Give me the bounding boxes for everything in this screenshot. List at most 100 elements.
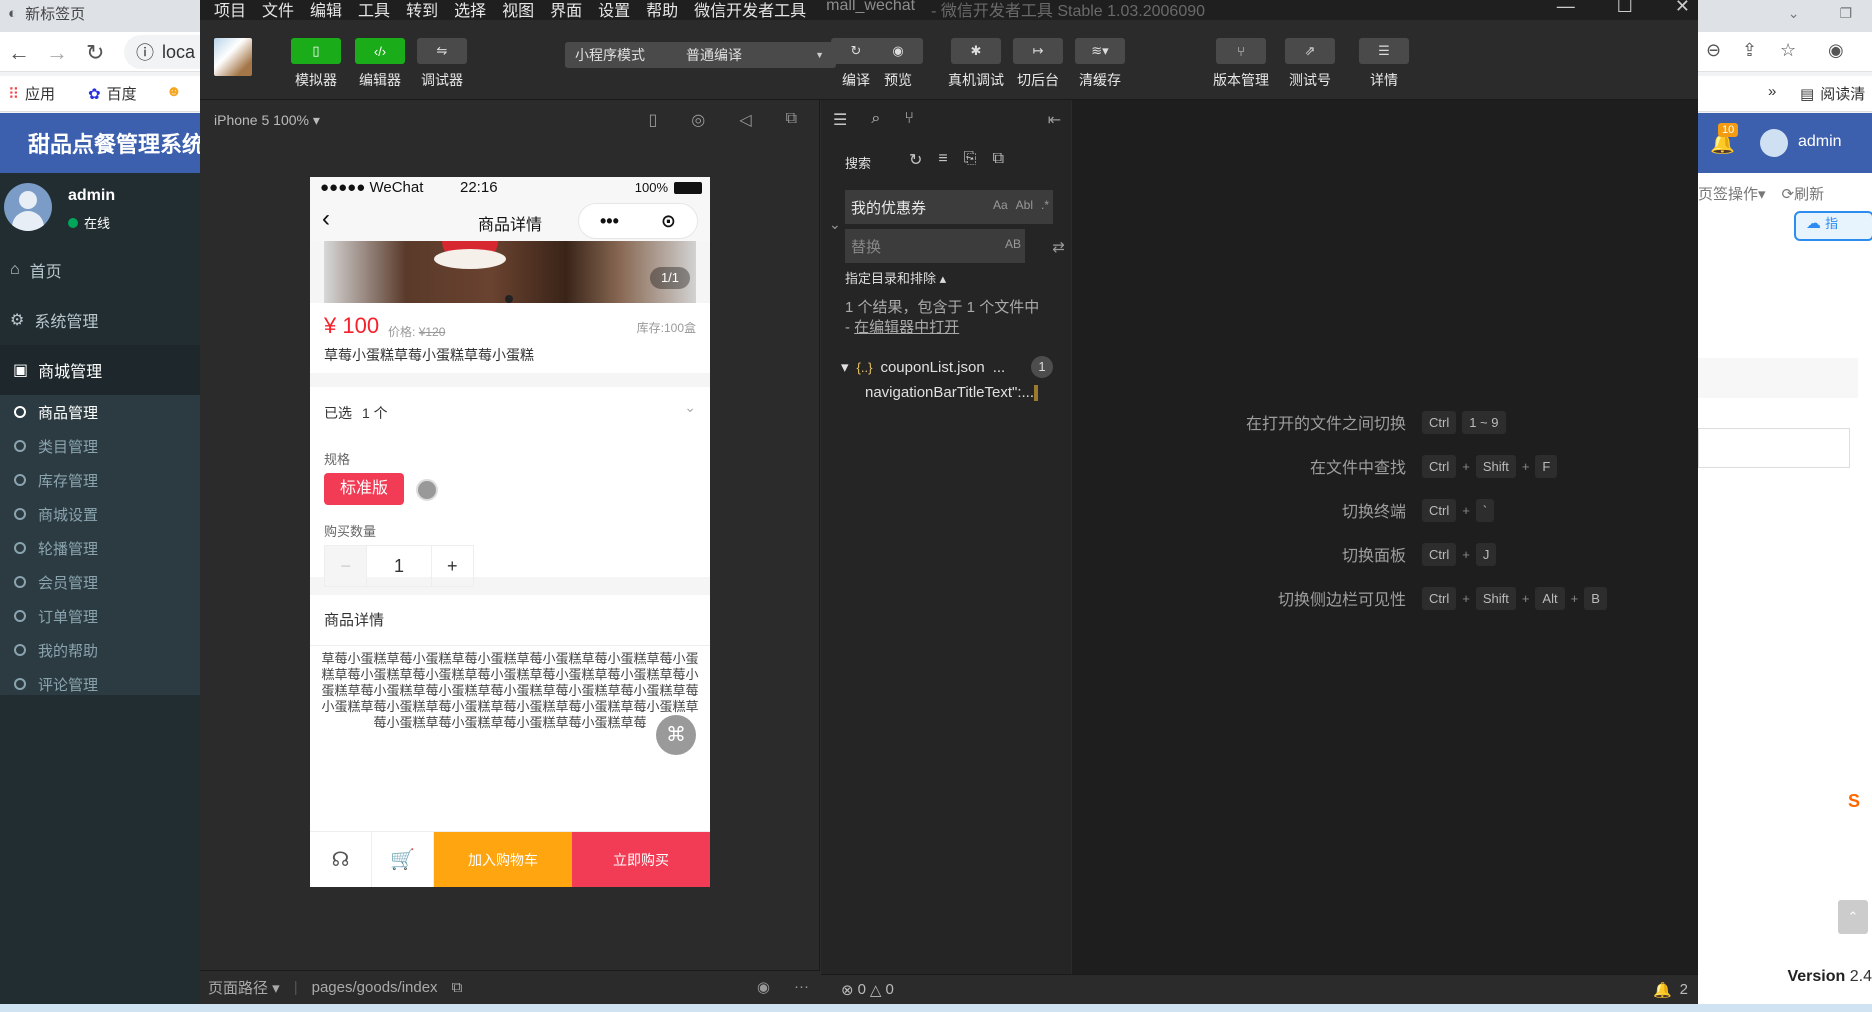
new-search-editor-icon[interactable]: ⎘ — [964, 150, 977, 170]
submenu-goods[interactable]: 商品管理 — [0, 395, 200, 429]
result-file[interactable]: ▾ {..} couponList.json ... — [841, 358, 1005, 377]
increment-button[interactable]: + — [432, 546, 473, 586]
remote-debug-button[interactable]: ✱ 真机调试 — [940, 38, 1012, 90]
product-image[interactable] — [324, 241, 696, 303]
clear-cache-button[interactable]: ≋▾ 清缓存 — [1074, 38, 1126, 90]
buy-now-button[interactable]: 立即购买 — [572, 832, 710, 887]
refresh-icon[interactable]: ↻ — [909, 150, 922, 170]
replace-all-icon[interactable]: ⇄ — [1052, 238, 1065, 256]
collapse-panel-icon[interactable]: ⇤ — [1048, 110, 1061, 130]
menu-edit[interactable]: 编辑 — [310, 0, 342, 21]
submenu-stock[interactable]: 库存管理 — [0, 463, 200, 497]
eye-icon[interactable]: ◉ — [757, 978, 770, 996]
bookmark-baidu[interactable]: ✿ 百度 — [88, 83, 137, 104]
menu-tools[interactable]: 工具 — [358, 0, 390, 21]
quantity-input[interactable]: 1 — [366, 546, 432, 586]
star-icon[interactable]: ☆ — [1780, 40, 1796, 61]
preview-button[interactable]: ◉ 预览 — [872, 38, 924, 90]
spec-color-dot[interactable] — [416, 479, 438, 501]
editor-button[interactable]: ‹/› 编辑器 — [354, 38, 406, 90]
top-user-name[interactable]: admin — [1798, 133, 1842, 151]
maximize-icon[interactable]: ☐ — [1617, 0, 1633, 17]
submenu-settings[interactable]: 商城设置 — [0, 497, 200, 531]
source-control-icon[interactable]: ⑂ — [904, 110, 914, 130]
reading-list[interactable]: ▤ 阅读清 — [1800, 83, 1865, 104]
clear-results-icon[interactable]: ≡ — [938, 150, 947, 170]
forward-icon[interactable]: → — [46, 40, 68, 66]
menu-view[interactable]: 视图 — [502, 0, 534, 21]
cloud-pill[interactable]: ☁ 指 — [1794, 211, 1872, 241]
error-icon[interactable]: ⊗ — [841, 981, 854, 999]
floating-grid-icon[interactable]: ⌘ — [656, 715, 696, 755]
page-path-select[interactable]: 页面路径 ▾ — [208, 977, 280, 998]
zoom-icon[interactable]: ⊖ — [1706, 40, 1721, 61]
project-avatar[interactable] — [214, 38, 252, 76]
search-input[interactable]: 我的优惠券 Aa Abl .* — [845, 190, 1053, 224]
version-mgmt-button[interactable]: ⑂ 版本管理 — [1209, 38, 1273, 90]
menu-settings[interactable]: 设置 — [598, 0, 630, 21]
device-select[interactable]: iPhone 5 100% ▾ — [214, 112, 320, 129]
menu-help[interactable]: 帮助 — [646, 0, 678, 21]
debugger-button[interactable]: ⇋ 调试器 — [416, 38, 468, 90]
browser-tab[interactable]: ◐ 新标签页 — [8, 0, 85, 26]
back-icon[interactable]: ← — [8, 40, 30, 66]
reload-icon[interactable]: ↻ — [86, 40, 104, 66]
profile-icon[interactable]: ◉ — [1828, 40, 1844, 61]
include-exclude-toggle[interactable]: 指定目录和排除 ▴ — [845, 268, 946, 287]
close-icon[interactable]: ✕ — [1675, 0, 1690, 17]
warning-icon[interactable]: △ — [870, 981, 882, 999]
details-button[interactable]: ☰ 详情 — [1358, 38, 1410, 90]
menu-wechat-devtools[interactable]: 微信开发者工具 — [694, 0, 806, 21]
tab-ops-button[interactable]: 页签操作▾ — [1698, 183, 1766, 204]
minimize-icon[interactable]: — — [1557, 0, 1575, 17]
detach-icon[interactable]: ⧉ — [786, 110, 797, 130]
submenu-help[interactable]: 我的帮助 — [0, 633, 200, 667]
chevron-down-icon[interactable]: ⌄ — [1788, 5, 1800, 22]
volume-icon[interactable]: ◁ — [739, 110, 751, 130]
ellipsis-icon[interactable]: ··· — [794, 978, 809, 996]
refresh-button[interactable]: ⟳刷新 — [1782, 183, 1825, 204]
preserve-case-toggle[interactable]: AB — [1005, 237, 1021, 251]
submenu-members[interactable]: 会员管理 — [0, 565, 200, 599]
result-match-line[interactable]: navigationBarTitleText":... — [865, 384, 1039, 402]
scroll-top-button[interactable]: ⌃ — [1838, 900, 1868, 934]
open-in-editor-link[interactable]: 在编辑器中打开 — [854, 319, 959, 336]
menu-item-system[interactable]: ⚙ 系统管理 — [0, 295, 200, 345]
menu-goto[interactable]: 转到 — [406, 0, 438, 21]
match-case-toggle[interactable]: Aa — [993, 198, 1008, 212]
menu-item-mall[interactable]: ▣ 商城管理 — [0, 345, 200, 395]
replace-input[interactable]: 替换 AB — [845, 229, 1025, 263]
more-dots-icon[interactable]: ••• — [600, 211, 619, 232]
close-target-icon[interactable]: ⊙ — [661, 211, 676, 232]
share-icon[interactable]: ⇪ — [1742, 40, 1757, 61]
submenu-category[interactable]: 类目管理 — [0, 429, 200, 463]
decrement-button[interactable]: − — [325, 546, 367, 586]
spec-option-button[interactable]: 标准版 — [324, 473, 404, 505]
cart-icon[interactable]: 🛒 — [372, 832, 434, 887]
address-bar[interactable]: ⓘ loca — [124, 35, 204, 69]
submenu-orders[interactable]: 订单管理 — [0, 599, 200, 633]
bookmark-extra[interactable]: ☻ — [166, 83, 182, 100]
avatar[interactable] — [1760, 129, 1788, 157]
add-to-cart-button[interactable]: 加入购物车 — [434, 832, 572, 887]
submenu-comments[interactable]: 评论管理 — [0, 667, 200, 701]
search-icon[interactable]: ⌕ — [871, 110, 880, 130]
background-button[interactable]: ↦ 切后台 — [1012, 38, 1064, 90]
s-logo-icon[interactable]: S — [1848, 791, 1872, 819]
regex-toggle[interactable]: .* — [1041, 198, 1049, 212]
more-bookmarks[interactable]: » — [1768, 83, 1776, 100]
restore-icon[interactable]: ❐ — [1839, 5, 1852, 22]
whole-word-toggle[interactable]: Abl — [1016, 198, 1033, 212]
explorer-icon[interactable]: ☰ — [833, 110, 847, 130]
toggle-replace-icon[interactable]: ⌄ — [829, 216, 841, 233]
menu-project[interactable]: 项目 — [214, 0, 246, 21]
menu-interface[interactable]: 界面 — [550, 0, 582, 21]
menu-file[interactable]: 文件 — [262, 0, 294, 21]
bookmark-apps[interactable]: ⠿ 应用 — [8, 83, 55, 104]
submenu-carousel[interactable]: 轮播管理 — [0, 531, 200, 565]
test-account-button[interactable]: ⇗ 测试号 — [1284, 38, 1336, 90]
customer-service-icon[interactable]: ☊ — [310, 832, 372, 887]
content-input[interactable] — [1698, 428, 1850, 468]
menu-item-home[interactable]: ⌂ 首页 — [0, 245, 200, 295]
simulator-button[interactable]: ▯ 模拟器 — [290, 38, 342, 90]
